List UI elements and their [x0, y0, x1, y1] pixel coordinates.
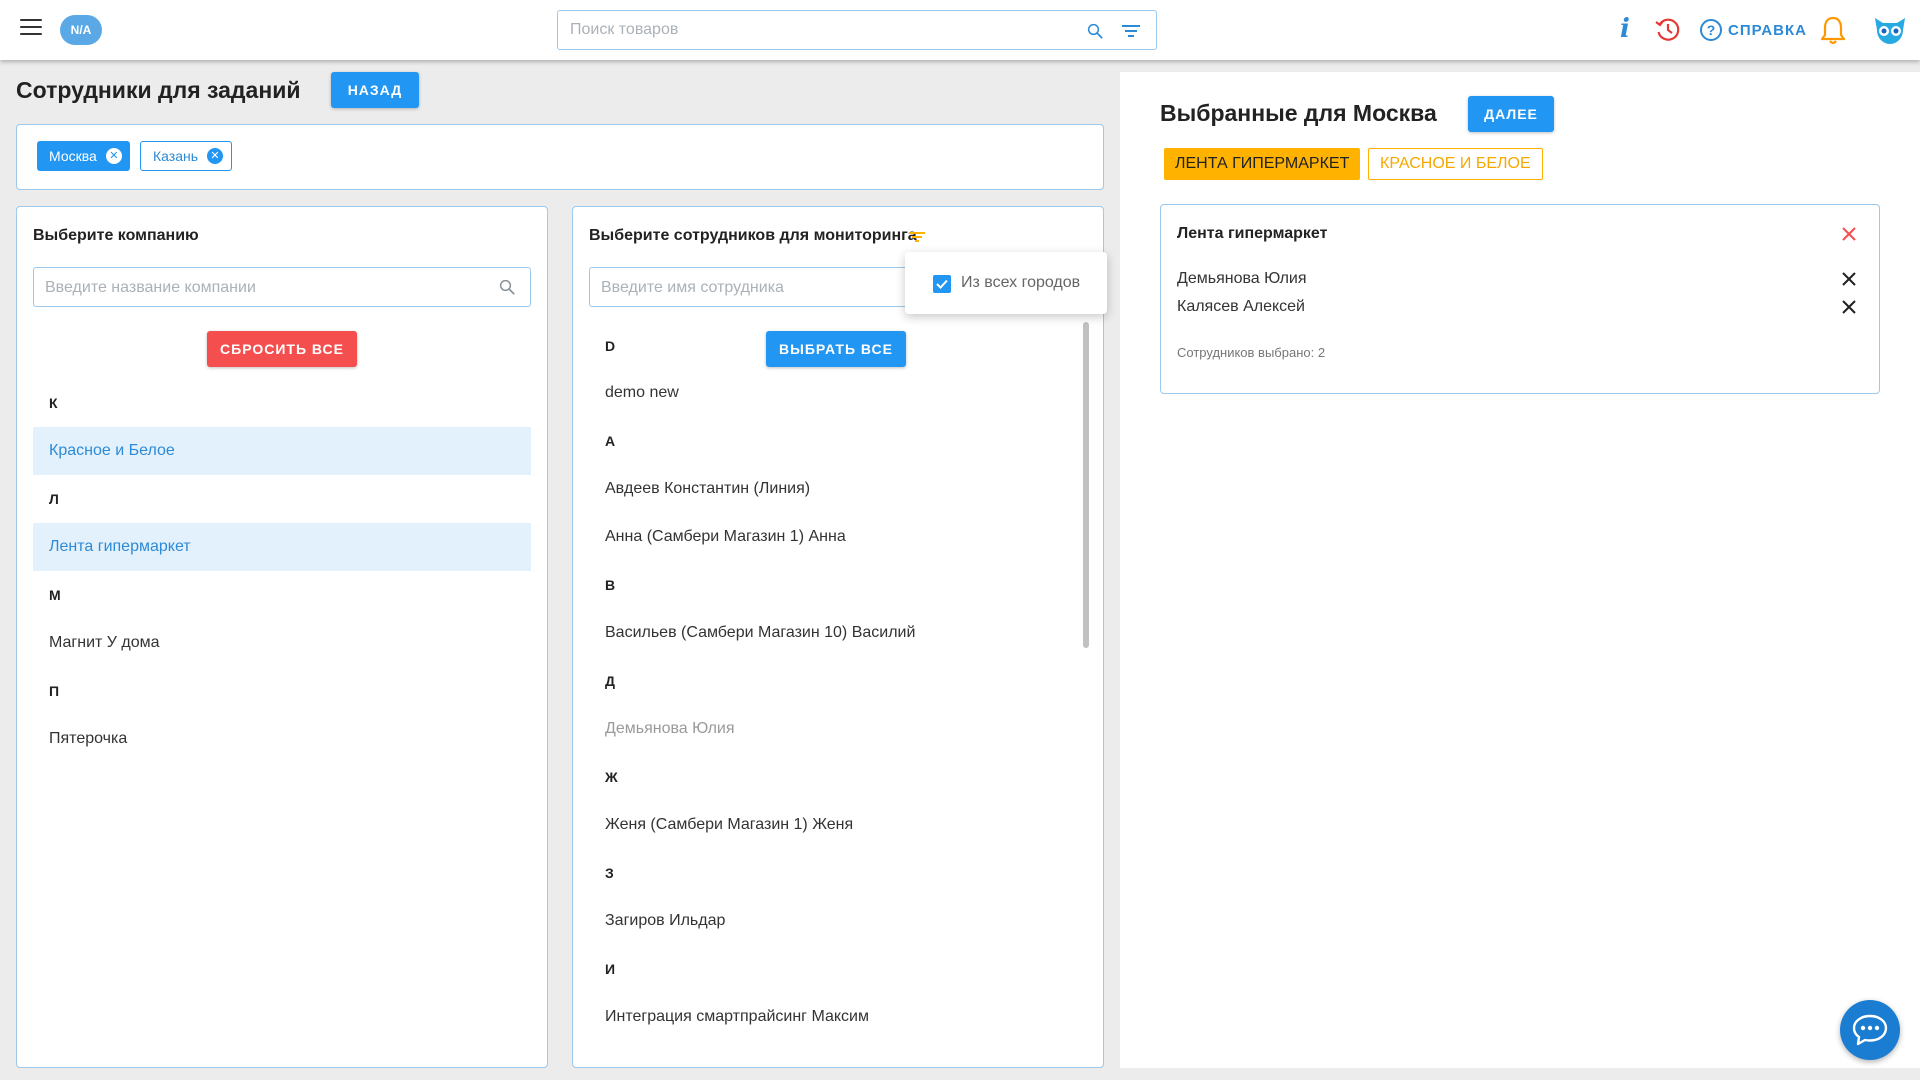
company-item[interactable]: Пятерочка [33, 715, 531, 763]
selected-count: Сотрудников выбрано: 2 [1177, 345, 1326, 360]
tab-lenta[interactable]: ЛЕНТА ГИПЕРМАРКЕТ [1164, 148, 1361, 180]
company-group-letter: К [49, 395, 58, 411]
cities-card: Москва ✕ Казань ✕ [16, 124, 1104, 190]
company-group-letter: Л [49, 491, 59, 507]
employee-item[interactable]: Женя (Самбери Магазин 1) Женя [589, 801, 1087, 849]
selected-employee-name: Демьянова Юлия [1177, 270, 1307, 287]
checkmark-icon [936, 279, 948, 289]
employees-panel: Выберите сотрудников для мониторинга ВЫБ… [572, 206, 1104, 1068]
employee-group-letter: В [605, 577, 616, 593]
company-search-input[interactable] [45, 278, 492, 298]
product-search-box [557, 10, 1157, 50]
company-item[interactable]: Магнит У дома [33, 619, 531, 667]
page-title: Сотрудники для заданий [16, 77, 301, 103]
employee-group-letter: А [605, 433, 616, 449]
selected-employee-name: Калясев Алексей [1177, 298, 1305, 315]
all-cities-checkbox[interactable] [933, 275, 951, 293]
selected-employee-row: Калясев Алексей [1177, 293, 1865, 321]
employee-item[interactable]: demo new [589, 369, 1087, 417]
employee-group-letter: Д [605, 673, 615, 689]
info-icon[interactable]: i [1620, 14, 1630, 44]
company-group-letter: П [49, 683, 60, 699]
remove-employee-icon[interactable] [1841, 271, 1857, 287]
employees-heading: Выберите сотрудников для мониторинга [589, 227, 917, 244]
search-icon[interactable] [1086, 22, 1104, 40]
employee-group-letter: И [605, 961, 616, 977]
top-bar: N/A i ? СПРАВКА [0, 0, 1920, 60]
employee-group-letter: З [605, 865, 614, 881]
selected-company-card: Лента гипермаркет Демьянова Юлия Калясев… [1160, 204, 1880, 394]
history-clock-icon[interactable] [1654, 16, 1682, 44]
company-list: К Красное и Белое Л Лента гипермаркет М … [33, 379, 531, 763]
back-button[interactable]: НАЗАД [331, 72, 419, 108]
all-cities-label: Из всех городов [961, 274, 1081, 291]
employee-filter-icon[interactable] [909, 231, 925, 243]
owl-logo-icon[interactable] [1873, 14, 1907, 46]
tab-krasnoe-i-beloe[interactable]: КРАСНОЕ И БЕЛОЕ [1368, 148, 1543, 180]
employee-item[interactable]: Васильев (Самбери Магазин 10) Василий [589, 609, 1087, 657]
help-label: СПРАВКА [1728, 21, 1807, 39]
filter-icon[interactable] [1121, 23, 1141, 39]
employee-group-letter: Ж [605, 769, 618, 785]
city-filter-popover: Из всех городов [905, 252, 1107, 314]
avatar[interactable]: N/A [60, 15, 102, 45]
employee-item[interactable]: Демьянова Юлия [589, 705, 1087, 753]
employee-list-scrollbar[interactable] [1083, 322, 1089, 648]
selected-employee-row: Демьянова Юлия [1177, 265, 1865, 293]
remove-employee-icon[interactable] [1841, 299, 1857, 315]
employee-item[interactable]: Анна (Самбери Магазин 1) Анна [589, 513, 1087, 561]
city-chip-kazan[interactable]: Казань ✕ [140, 141, 233, 171]
city-chip-label: Москва [49, 148, 97, 164]
employee-item[interactable]: Авдеев Константин (Линия) [589, 465, 1087, 513]
chat-bubble-icon [1852, 1014, 1888, 1046]
notifications-bell-icon[interactable] [1819, 15, 1847, 45]
selected-panel: Выбранные для Москва ДАЛЕЕ ЛЕНТА ГИПЕРМА… [1120, 72, 1920, 1068]
companies-panel: Выберите компанию СБРОСИТЬ ВСЕ К Красное… [16, 206, 548, 1068]
city-chip-label: Казань [153, 148, 199, 164]
companies-heading: Выберите компанию [33, 227, 199, 244]
reset-all-button[interactable]: СБРОСИТЬ ВСЕ [207, 331, 357, 367]
next-button[interactable]: ДАЛЕЕ [1468, 96, 1554, 132]
employee-list: D demo new А Авдеев Константин (Линия) А… [589, 322, 1087, 1041]
chat-button[interactable] [1840, 1000, 1900, 1060]
company-item[interactable]: Лента гипермаркет [33, 523, 531, 571]
search-icon[interactable] [498, 278, 516, 296]
company-group-letter: М [49, 587, 61, 603]
hamburger-menu-icon[interactable] [20, 19, 42, 37]
selected-company-name: Лента гипермаркет [1177, 225, 1328, 242]
company-item[interactable]: Красное и Белое [33, 427, 531, 475]
remove-city-icon[interactable]: ✕ [105, 148, 122, 164]
remove-company-icon[interactable] [1841, 226, 1857, 242]
product-search-input[interactable] [570, 20, 1070, 40]
employee-group-letter: D [605, 337, 616, 354]
remove-city-icon[interactable]: ✕ [207, 148, 224, 164]
selected-title: Выбранные для Москва [1160, 100, 1437, 126]
employee-item[interactable]: Загиров Ильдар [589, 897, 1087, 945]
company-search-field [33, 267, 531, 307]
help-link[interactable]: ? СПРАВКА [1700, 18, 1807, 42]
employee-item[interactable]: Интеграция смартпрайсинг Максим [589, 993, 1087, 1041]
city-chip-moscow[interactable]: Москва ✕ [37, 141, 130, 171]
help-question-icon: ? [1700, 19, 1722, 41]
